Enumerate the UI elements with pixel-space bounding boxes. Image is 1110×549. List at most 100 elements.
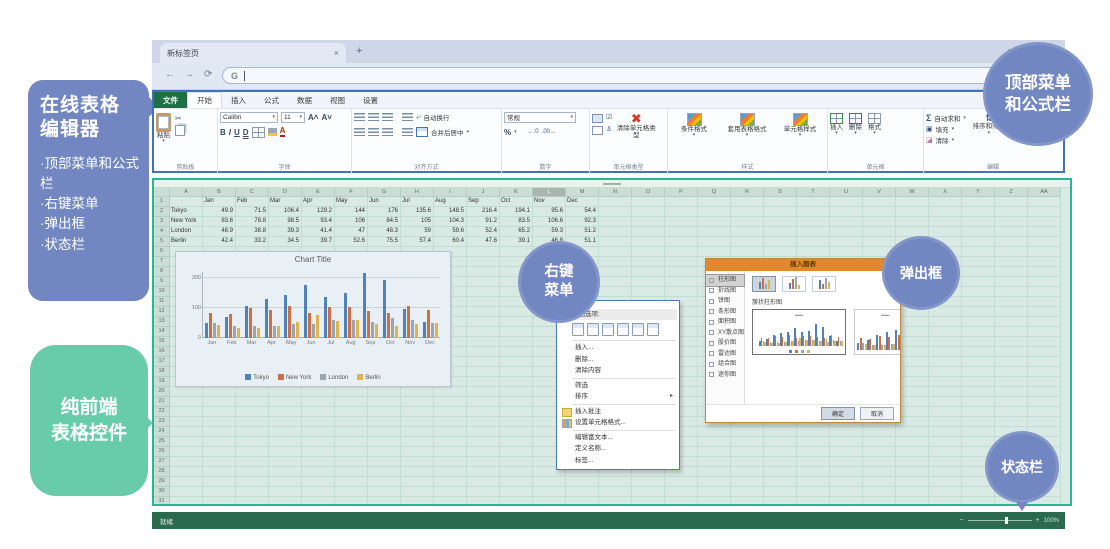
cell[interactable] — [665, 217, 698, 227]
cell[interactable] — [698, 237, 731, 247]
cell[interactable] — [500, 467, 533, 477]
cell[interactable] — [599, 207, 632, 217]
cell[interactable] — [269, 447, 302, 457]
cell[interactable] — [632, 247, 665, 257]
column-header-J[interactable]: J — [467, 188, 500, 197]
menu-item[interactable]: 插入... — [559, 342, 677, 354]
cell[interactable] — [764, 197, 797, 207]
cell[interactable] — [1028, 207, 1061, 217]
cell[interactable] — [368, 417, 401, 427]
cell[interactable] — [797, 497, 830, 506]
cell[interactable] — [368, 457, 401, 467]
cell[interactable] — [863, 427, 896, 437]
cell[interactable] — [698, 437, 731, 447]
cell[interactable] — [302, 407, 335, 417]
cell[interactable] — [665, 287, 698, 297]
checkbox-celltype-icon[interactable]: ☑ — [606, 114, 612, 123]
row-header-7[interactable]: 7 — [154, 257, 170, 267]
cell[interactable] — [599, 197, 632, 207]
cell[interactable] — [764, 457, 797, 467]
cell[interactable]: Jan — [203, 197, 236, 207]
cell[interactable] — [599, 227, 632, 237]
chart-type-item[interactable]: 饼图 — [706, 296, 744, 307]
cell[interactable] — [764, 477, 797, 487]
cell[interactable] — [599, 497, 632, 506]
cell[interactable] — [203, 387, 236, 397]
cell[interactable] — [236, 387, 269, 397]
reload-icon[interactable]: ⟳ — [204, 69, 212, 80]
conditional-format-button[interactable]: 条件格式 ▾ — [670, 111, 718, 160]
cell[interactable] — [632, 277, 665, 287]
cell[interactable] — [830, 467, 863, 477]
ribbon-tab-数据[interactable]: 数据 — [288, 92, 321, 108]
cell[interactable] — [467, 487, 500, 497]
cell[interactable]: 105 — [401, 217, 434, 227]
menu-item[interactable]: 清除内容 — [559, 365, 677, 377]
cell[interactable] — [335, 427, 368, 437]
cell[interactable] — [170, 427, 203, 437]
cell[interactable] — [731, 457, 764, 467]
cell[interactable] — [632, 287, 665, 297]
cell[interactable] — [269, 487, 302, 497]
cell[interactable] — [170, 497, 203, 506]
cell[interactable] — [962, 217, 995, 227]
cell[interactable] — [1028, 267, 1061, 277]
row-header-2[interactable]: 2 — [154, 207, 170, 217]
cell[interactable] — [1028, 397, 1061, 407]
cell[interactable] — [236, 427, 269, 437]
cell[interactable] — [731, 227, 764, 237]
cell[interactable] — [1028, 217, 1061, 227]
fill-color-icon[interactable] — [268, 128, 277, 136]
cell[interactable] — [434, 437, 467, 447]
cell[interactable] — [995, 207, 1028, 217]
chart-type-item[interactable]: 条形图 — [706, 307, 744, 318]
cell[interactable]: 93.4 — [302, 217, 335, 227]
row-header-17[interactable]: 17 — [154, 357, 170, 367]
menu-item[interactable]: 定义名称... — [559, 443, 677, 455]
cell[interactable] — [764, 427, 797, 437]
cell[interactable] — [335, 437, 368, 447]
cell[interactable] — [995, 227, 1028, 237]
cell[interactable] — [302, 477, 335, 487]
cell[interactable] — [665, 267, 698, 277]
cell[interactable] — [632, 267, 665, 277]
cell[interactable] — [929, 217, 962, 227]
cell[interactable] — [929, 477, 962, 487]
column-header-V[interactable]: V — [863, 188, 896, 197]
cell[interactable] — [962, 317, 995, 327]
cell[interactable] — [731, 437, 764, 447]
column-header-H[interactable]: H — [401, 188, 434, 197]
cell[interactable] — [203, 477, 236, 487]
cell[interactable] — [764, 207, 797, 217]
cell[interactable]: 194.1 — [500, 207, 533, 217]
cell[interactable] — [665, 277, 698, 287]
cell[interactable] — [995, 287, 1028, 297]
cell[interactable]: 92.3 — [566, 217, 599, 227]
column-header-G[interactable]: G — [368, 188, 401, 197]
back-icon[interactable]: ← — [165, 69, 175, 80]
cell[interactable] — [665, 197, 698, 207]
indent-increase-icon[interactable] — [402, 128, 413, 136]
cell[interactable] — [599, 237, 632, 247]
cell[interactable] — [929, 457, 962, 467]
column-header-S[interactable]: S — [764, 188, 797, 197]
cell[interactable] — [731, 197, 764, 207]
grow-font-icon[interactable]: A˄ — [308, 113, 318, 122]
cell[interactable] — [170, 197, 203, 207]
cell[interactable] — [896, 207, 929, 217]
cell[interactable] — [962, 397, 995, 407]
cell[interactable] — [500, 377, 533, 387]
menu-item[interactable]: 编辑富文本... — [559, 432, 677, 444]
cell[interactable] — [401, 387, 434, 397]
cell[interactable]: 83.6 — [203, 217, 236, 227]
cell[interactable]: 52.6 — [335, 237, 368, 247]
cell[interactable] — [830, 497, 863, 506]
cell[interactable] — [170, 487, 203, 497]
cell[interactable] — [731, 207, 764, 217]
cell[interactable]: Aug — [434, 197, 467, 207]
row-header-14[interactable]: 14 — [154, 327, 170, 337]
cell-styles-button[interactable]: 单元格样式 ▾ — [776, 111, 824, 160]
cell[interactable] — [731, 487, 764, 497]
ribbon-tab-公式[interactable]: 公式 — [255, 92, 288, 108]
cell[interactable] — [1028, 197, 1061, 207]
